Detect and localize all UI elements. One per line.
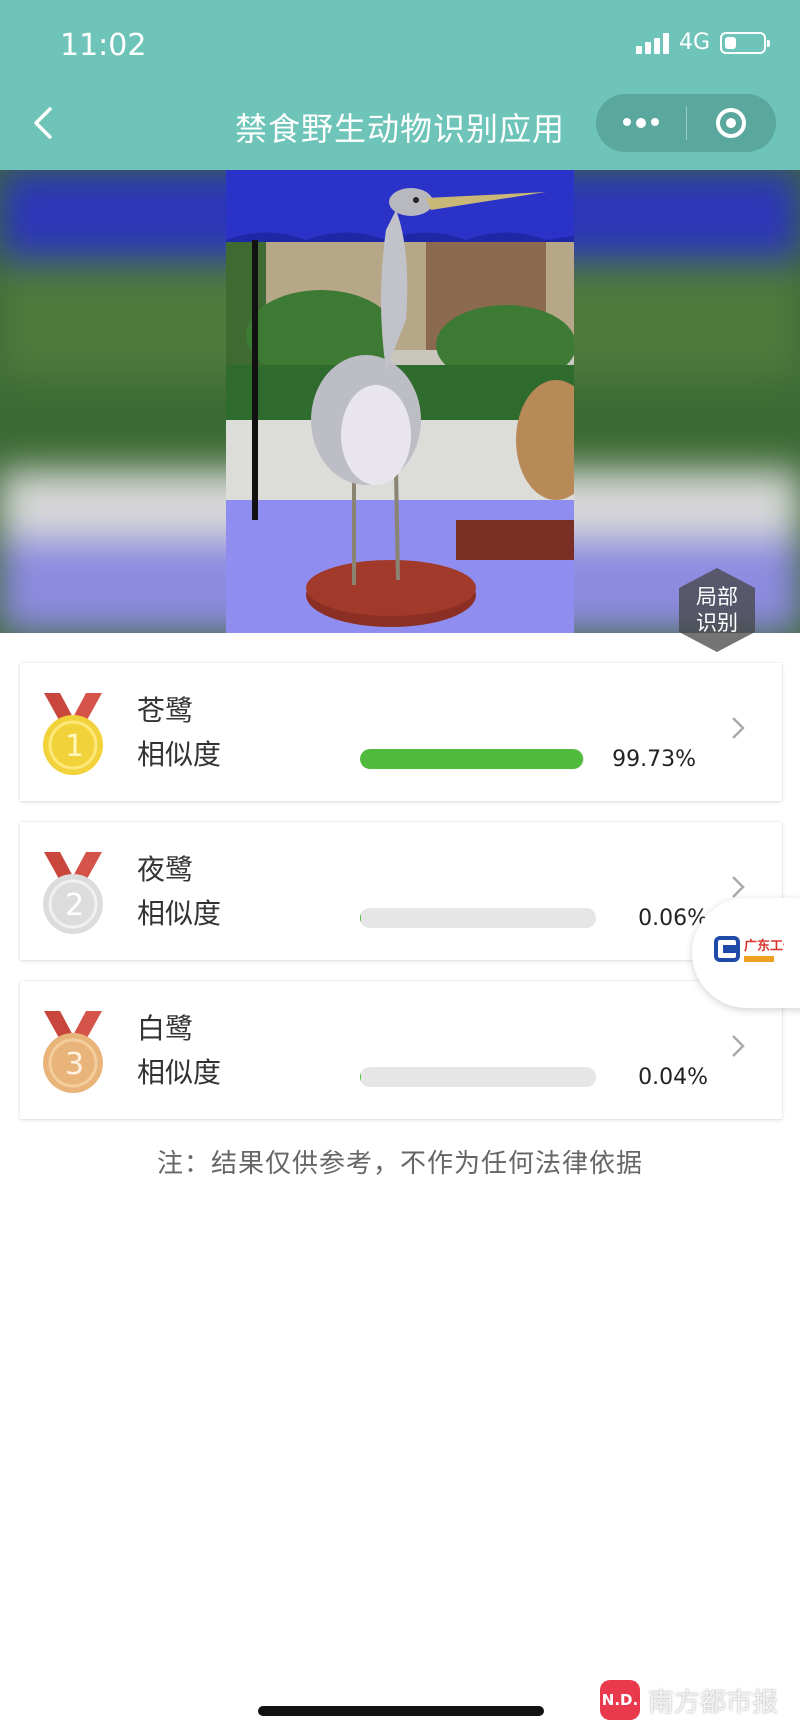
home-indicator[interactable] xyxy=(258,1706,544,1716)
watermark: N.D. 南方都市报 xyxy=(600,1680,778,1720)
similarity-bar-fill xyxy=(360,908,362,928)
guangdong-gongxin-logo: 广东工信 xyxy=(714,936,784,962)
photo-area xyxy=(0,170,800,633)
specimen-photo xyxy=(226,170,574,633)
similarity-bar-fill xyxy=(360,749,584,769)
status-time: 11:02 xyxy=(60,28,147,63)
partial-recognition-button[interactable]: 局部识别 xyxy=(677,566,757,654)
chevron-right-icon xyxy=(732,1035,745,1057)
similarity-label: 相似度 xyxy=(137,738,222,771)
battery-icon xyxy=(720,31,770,54)
similarity-bar xyxy=(360,749,584,769)
logo-text: 广东工信 xyxy=(744,938,784,954)
status-indicators: 4G xyxy=(635,30,770,55)
result-card-3[interactable]: 3 白鹭 相似度 0.04% xyxy=(20,981,782,1119)
target-circle-icon xyxy=(716,108,747,138)
more-button[interactable] xyxy=(596,94,686,152)
similarity-bar xyxy=(360,908,596,928)
similarity-bar xyxy=(360,1067,596,1087)
similarity-percent: 0.04% xyxy=(638,1065,708,1090)
similarity-label: 相似度 xyxy=(137,1056,222,1089)
miniprogram-capsule xyxy=(596,94,776,152)
medal-rank: 2 xyxy=(65,888,85,923)
more-dots-icon xyxy=(622,118,659,128)
similarity-percent: 99.73% xyxy=(612,747,696,772)
medal-rank: 1 xyxy=(65,729,85,764)
similarity-label: 相似度 xyxy=(137,897,222,930)
header: 11:02 4G 禁食野生动物识别应用 xyxy=(0,0,800,170)
result-card-2[interactable]: 2 夜鹭 相似度 0.06% xyxy=(20,822,782,960)
partial-recognition-label: 局部识别 xyxy=(696,585,738,635)
close-miniprogram-button[interactable] xyxy=(687,94,777,152)
result-name: 夜鹭 xyxy=(137,853,194,886)
medal-rank: 3 xyxy=(65,1047,85,1082)
signal-icon xyxy=(635,32,669,54)
watermark-text: 南方都市报 xyxy=(648,1687,779,1718)
result-card-1[interactable]: 1 苍鹭 相似度 99.73% xyxy=(20,663,782,801)
result-name: 苍鹭 xyxy=(137,694,194,727)
similarity-bar-fill xyxy=(360,1067,362,1087)
floating-logo-button[interactable]: 广东工信 xyxy=(692,898,800,1008)
network-type: 4G xyxy=(678,30,710,55)
disclaimer-note: 注：结果仅供参考，不作为任何法律依据 xyxy=(156,1149,643,1179)
result-name: 白鹭 xyxy=(137,1012,194,1045)
chevron-right-icon xyxy=(732,717,745,739)
newspaper-logo: N.D. xyxy=(600,1680,640,1720)
